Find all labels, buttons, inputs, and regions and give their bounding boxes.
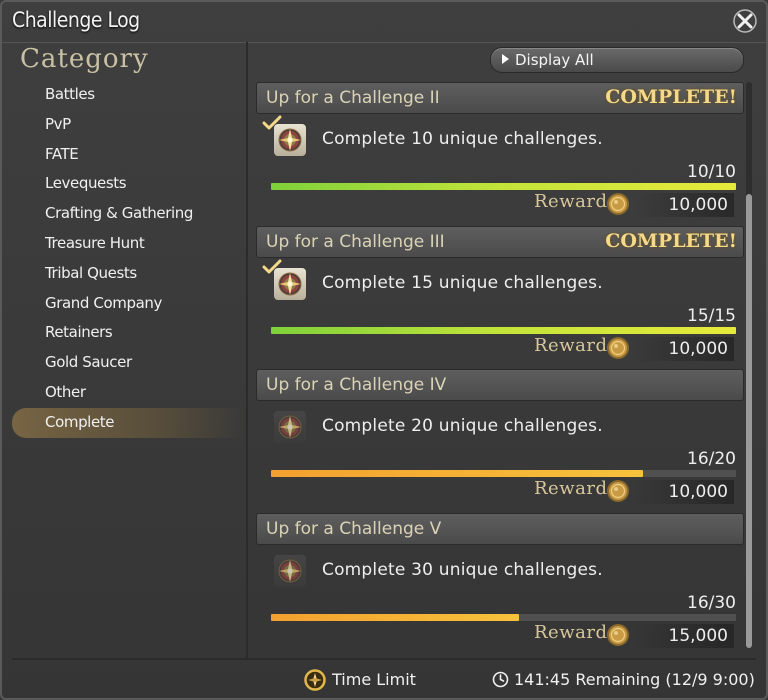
compass-star-icon	[274, 554, 306, 587]
entry-description: Complete 30 unique challenges.	[322, 559, 603, 580]
reward-amount: 15,000	[668, 625, 728, 646]
progress-bar	[271, 326, 736, 334]
progress-bar-fill	[271, 326, 736, 334]
compass-star-icon	[274, 124, 306, 156]
scrollbar-thumb[interactable]	[746, 194, 752, 648]
entry-title: Up for a Challenge III	[266, 231, 445, 252]
gil-coin-icon	[606, 623, 630, 647]
entry-progress-count: 15/15	[687, 305, 736, 326]
category-item-retainers[interactable]: Retainers	[12, 318, 246, 348]
gil-coin-icon	[606, 336, 630, 360]
category-item-other[interactable]: Other	[12, 378, 246, 408]
progress-bar	[271, 183, 736, 190]
display-all-label: Display All	[515, 51, 594, 69]
footer-bar: Time Limit 141:45 Remaining (12/9 9:00)	[12, 658, 756, 700]
progress-bar	[271, 470, 736, 477]
compass-star-icon	[274, 267, 306, 300]
compass-star-icon	[274, 411, 306, 443]
entry-description: Complete 10 unique challenges.	[322, 129, 603, 149]
category-item-levequests[interactable]: Levequests	[12, 169, 246, 199]
category-item-tribal-quests[interactable]: Tribal Quests	[12, 259, 246, 289]
reward-amount-box: 10,000	[634, 193, 734, 217]
category-heading: Category	[20, 44, 149, 74]
title-bar[interactable]: Challenge Log	[2, 2, 766, 43]
challenge-entry[interactable]: Up for a Challenge V Complete 30 unique …	[256, 512, 744, 657]
challenge-entries: Up for a Challenge II COMPLETE! Complete…	[256, 82, 744, 657]
clock-icon	[492, 671, 509, 688]
entry-progress-count: 16/30	[687, 592, 736, 613]
progress-bar	[271, 613, 736, 621]
entry-header: Up for a Challenge III COMPLETE!	[256, 225, 744, 258]
challenge-entry[interactable]: Up for a Challenge III COMPLETE! Complet…	[256, 225, 744, 370]
entry-header: Up for a Challenge II COMPLETE!	[256, 82, 744, 114]
reward-amount: 10,000	[668, 195, 728, 215]
reward-amount: 10,000	[668, 482, 728, 502]
scrollbar[interactable]	[746, 82, 752, 648]
entry-header: Up for a Challenge V	[256, 512, 744, 545]
category-item-pvp[interactable]: PvP	[12, 110, 246, 140]
entry-description: Complete 20 unique challenges.	[322, 416, 603, 436]
category-sidebar: Category Battles PvP FATE Levequests Cra…	[12, 42, 248, 658]
complete-badge: COMPLETE!	[605, 86, 737, 108]
play-triangle-icon	[502, 54, 509, 64]
category-item-gold-saucer[interactable]: Gold Saucer	[12, 348, 246, 378]
category-item-fate[interactable]: FATE	[12, 140, 246, 170]
entry-progress-count: 10/10	[687, 162, 736, 182]
challenge-list-panel: Display All Up for a Challenge II COMPLE…	[250, 42, 760, 658]
display-all-button[interactable]: Display All	[490, 47, 744, 73]
reward-label: Reward	[534, 478, 608, 499]
time-limit-label: Time Limit	[332, 670, 416, 689]
entry-progress-count: 16/20	[687, 449, 736, 469]
challenge-entry[interactable]: Up for a Challenge IV Complete 20 unique…	[256, 369, 744, 513]
entry-header: Up for a Challenge IV	[256, 369, 744, 401]
close-icon[interactable]	[732, 8, 758, 34]
progress-bar-fill	[271, 183, 736, 190]
reward-amount-box: 10,000	[634, 336, 734, 361]
challenge-entry[interactable]: Up for a Challenge II COMPLETE! Complete…	[256, 82, 744, 226]
reward-label: Reward	[534, 334, 608, 356]
reward-label: Reward	[534, 621, 608, 643]
reward-amount: 10,000	[668, 338, 728, 359]
reward-amount-box: 10,000	[634, 480, 734, 504]
reward-amount-box: 15,000	[634, 623, 734, 648]
complete-badge: COMPLETE!	[605, 229, 737, 252]
progress-bar-fill	[271, 613, 519, 621]
gil-coin-icon	[606, 192, 630, 216]
category-item-crafting-gathering[interactable]: Crafting & Gathering	[12, 199, 246, 229]
window-title: Challenge Log	[12, 8, 140, 32]
entry-title: Up for a Challenge IV	[266, 375, 447, 395]
entry-title: Up for a Challenge V	[266, 518, 442, 539]
entry-description: Complete 15 unique challenges.	[322, 272, 603, 293]
compass-icon	[304, 669, 326, 691]
category-list: Battles PvP FATE Levequests Crafting & G…	[12, 80, 246, 438]
progress-bar-fill	[271, 470, 643, 477]
category-item-treasure-hunt[interactable]: Treasure Hunt	[12, 229, 246, 259]
reward-label: Reward	[534, 191, 608, 212]
time-remaining: 141:45 Remaining (12/9 9:00)	[514, 670, 755, 689]
gil-coin-icon	[606, 479, 630, 503]
entry-title: Up for a Challenge II	[266, 88, 440, 108]
category-item-grand-company[interactable]: Grand Company	[12, 289, 246, 319]
category-item-complete[interactable]: Complete	[12, 407, 246, 438]
category-item-battles[interactable]: Battles	[12, 80, 246, 110]
challenge-log-window: Challenge Log Category Battles PvP FATE …	[0, 0, 768, 700]
